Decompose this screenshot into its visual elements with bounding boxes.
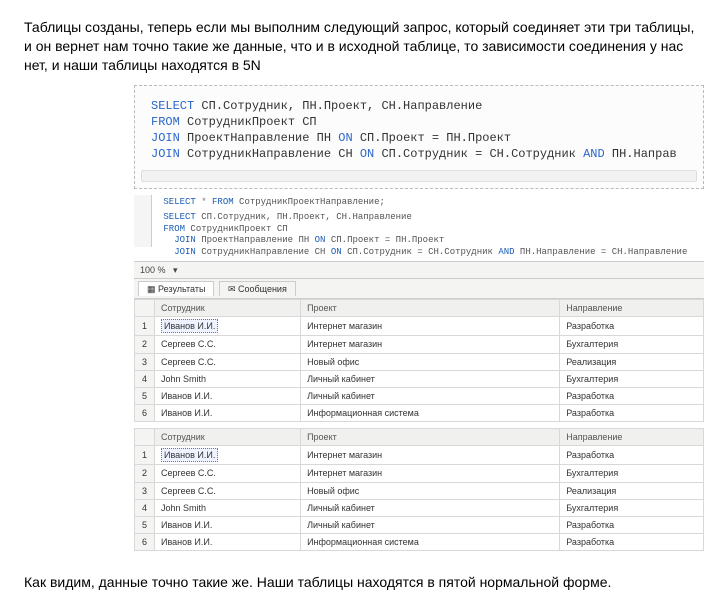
results-tabs: ▦ Результаты ✉ Сообщения <box>134 279 704 299</box>
outro-text: Как видим, данные точно такие же. Наши т… <box>24 573 696 592</box>
result-grid-1: СотрудникПроектНаправление 1Иванов И.И.И… <box>24 299 696 422</box>
gutter <box>134 195 152 247</box>
zoom-bar: 100 % ▾ <box>134 261 704 279</box>
scroll-right-icon[interactable]: ▸ <box>690 171 695 183</box>
tab-results[interactable]: ▦ Результаты <box>138 281 214 296</box>
sql-code-box: SELECT СП.Сотрудник, ПН.Проект, СН.Напра… <box>134 85 704 190</box>
tab-messages[interactable]: ✉ Сообщения <box>219 281 296 296</box>
sql-editor: SELECT * FROM СотрудникПроектНаправление… <box>134 195 704 260</box>
result-grid-2: СотрудникПроектНаправление 1Иванов И.И.И… <box>24 428 696 551</box>
intro-text: Таблицы созданы, теперь если мы выполним… <box>24 18 696 75</box>
